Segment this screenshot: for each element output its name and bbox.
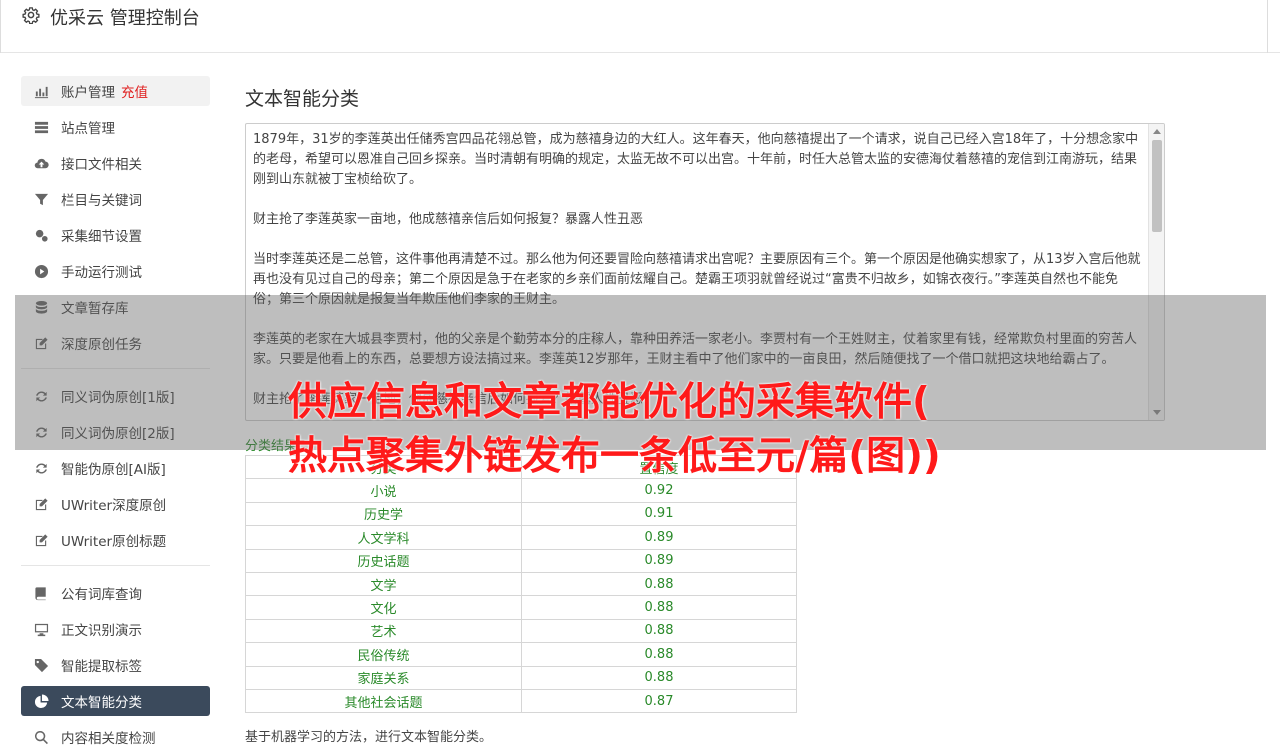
bar-chart-icon [33, 83, 49, 99]
confidence-cell: 0.87 [521, 688, 797, 714]
article-paragraph: 1879年，31岁的李莲英出任储秀宫四品花翎总管，成为慈禧身边的大红人。这年春天… [253, 132, 1139, 187]
confidence-cell: 0.88 [521, 618, 797, 644]
sidebar-item-label: 账户管理 [61, 85, 115, 101]
sidebar-item-label: 手动运行测试 [61, 265, 142, 281]
sidebar-item-label: 正文识别演示 [61, 623, 142, 639]
gear-icon [22, 6, 40, 29]
sidebar-item-label: 公有词库查询 [61, 587, 142, 603]
overlay-headline: 供应信息和文章都能优化的采集软件( 热点聚集外链发布一条低至元/篇(图)) [288, 376, 1248, 484]
scrollbar-thumb[interactable] [1152, 140, 1162, 232]
confidence-cell: 0.88 [521, 642, 797, 667]
sidebar-item-manual-run[interactable]: 手动运行测试 [21, 256, 210, 286]
sidebar-item-account[interactable]: 账户管理 充值 [21, 76, 210, 106]
brand[interactable]: 优采云 管理控制台 [22, 4, 200, 30]
sidebar-item-label: UWriter深度原创 [61, 498, 167, 514]
table-row: 文化 0.88 [245, 595, 797, 620]
confidence-cell: 0.88 [521, 571, 797, 597]
category-cell: 艺术 [245, 618, 522, 644]
sidebar-divider [21, 565, 210, 566]
confidence-cell: 0.88 [521, 665, 797, 690]
page-title: 文本智能分类 [245, 88, 360, 110]
cloud-upload-icon [33, 155, 49, 171]
overlay-line-2: 热点聚集外链发布一条低至元/篇(图)) [288, 434, 941, 479]
app-root: 优采云 管理控制台 账户管理 充值站点管理接口文件相关 栏目与关键词 采集细节设置 手动… [0, 0, 1280, 745]
sidebar-item-api-files[interactable]: 接口文件相关 [21, 148, 210, 178]
edit-icon [33, 496, 49, 512]
table-row: 历史学 0.91 [245, 501, 797, 527]
category-cell: 文化 [245, 595, 522, 620]
category-cell: 人文学科 [245, 525, 522, 550]
table-row: 人文学科 0.89 [245, 525, 797, 550]
category-cell: 历史话题 [245, 548, 522, 573]
sidebar-item-text-classify[interactable]: 文本智能分类 [21, 686, 210, 716]
scroll-up-icon[interactable] [1153, 129, 1161, 134]
server-icon [33, 119, 49, 135]
category-cell: 其他社会话题 [245, 688, 522, 714]
header-right-border [1267, 0, 1268, 53]
category-cell: 历史学 [245, 501, 522, 527]
recharge-link[interactable]: 充值 [121, 81, 148, 101]
sidebar-item-label: 智能提取标签 [61, 659, 142, 675]
sidebar-item-label: 采集细节设置 [61, 229, 142, 245]
table-row: 历史话题 0.89 [245, 548, 797, 573]
sidebar-item-tag-extract[interactable]: 智能提取标签 [21, 650, 210, 680]
edit-icon [33, 532, 49, 548]
table-row: 其他社会话题 0.87 [245, 688, 797, 714]
pie-chart-icon [33, 693, 49, 709]
sidebar-item-label: 文本智能分类 [61, 695, 142, 711]
sidebar-item-label: 站点管理 [61, 121, 115, 137]
gears-icon [33, 227, 49, 243]
monitor-icon [33, 621, 49, 637]
confidence-cell: 0.91 [521, 501, 797, 527]
sidebar-item-label: 智能伪原创[AI版] [61, 462, 166, 478]
table-row: 文学 0.88 [245, 571, 797, 597]
top-header: 优采云 管理控制台 [0, 0, 1280, 53]
table-row: 民俗传统 0.88 [245, 642, 797, 667]
category-cell: 家庭关系 [245, 665, 522, 690]
sidebar-item-collect-settings[interactable]: 采集细节设置 [21, 220, 210, 250]
sidebar-item-ai-rewrite[interactable]: 智能伪原创[AI版] [21, 453, 210, 483]
tag-icon [33, 657, 49, 673]
article-paragraph: 财主抢了李莲英家一亩地，他成慈禧亲信后如何报复？暴露人性丑恶 [253, 212, 644, 227]
sidebar-item-text-recognition[interactable]: 正文识别演示 [21, 614, 210, 644]
table-row: 艺术 0.88 [245, 618, 797, 644]
sidebar-item-label: UWriter原创标题 [61, 534, 167, 550]
sidebar-item-label: 接口文件相关 [61, 157, 142, 173]
description-note: 基于机器学习的方法，进行文本智能分类。 [245, 730, 493, 745]
filter-icon [33, 191, 49, 207]
confidence-cell: 0.89 [521, 525, 797, 550]
classification-table: 分类 置信度 小说 0.92 历史学 0.91 人文学科 0.89 历史话题 0.89 文学 0.… [245, 454, 797, 714]
sidebar-item-sites[interactable]: 站点管理 [21, 112, 210, 142]
sidebar-item-label: 内容相关度检测 [61, 731, 156, 745]
confidence-cell: 0.89 [521, 548, 797, 573]
table-row: 家庭关系 0.88 [245, 665, 797, 690]
search-icon [33, 729, 49, 745]
category-cell: 文学 [245, 571, 522, 597]
category-cell: 民俗传统 [245, 642, 522, 667]
sidebar-item-columns-keywords[interactable]: 栏目与关键词 [21, 184, 210, 214]
confidence-cell: 0.88 [521, 595, 797, 620]
refresh-icon [33, 460, 49, 476]
sidebar-item-public-lexicon[interactable]: 公有词库查询 [21, 578, 210, 608]
app-title: 优采云 管理控制台 [50, 8, 200, 29]
play-circle-icon [33, 263, 49, 279]
book-icon [33, 585, 49, 601]
sidebar-item-relevance[interactable]: 内容相关度检测 [21, 722, 210, 745]
sidebar-item-label: 栏目与关键词 [61, 193, 142, 209]
overlay-line-1: 供应信息和文章都能优化的采集软件( [288, 380, 930, 425]
header-left-border [0, 0, 1, 53]
table-body: 小说 0.92 历史学 0.91 人文学科 0.89 历史话题 0.89 文学 0.88 文化 0.8… [245, 478, 797, 714]
sidebar-item-uwriter-deep[interactable]: UWriter深度原创 [21, 489, 210, 519]
sidebar-item-uwriter-title[interactable]: UWriter原创标题 [21, 525, 210, 555]
